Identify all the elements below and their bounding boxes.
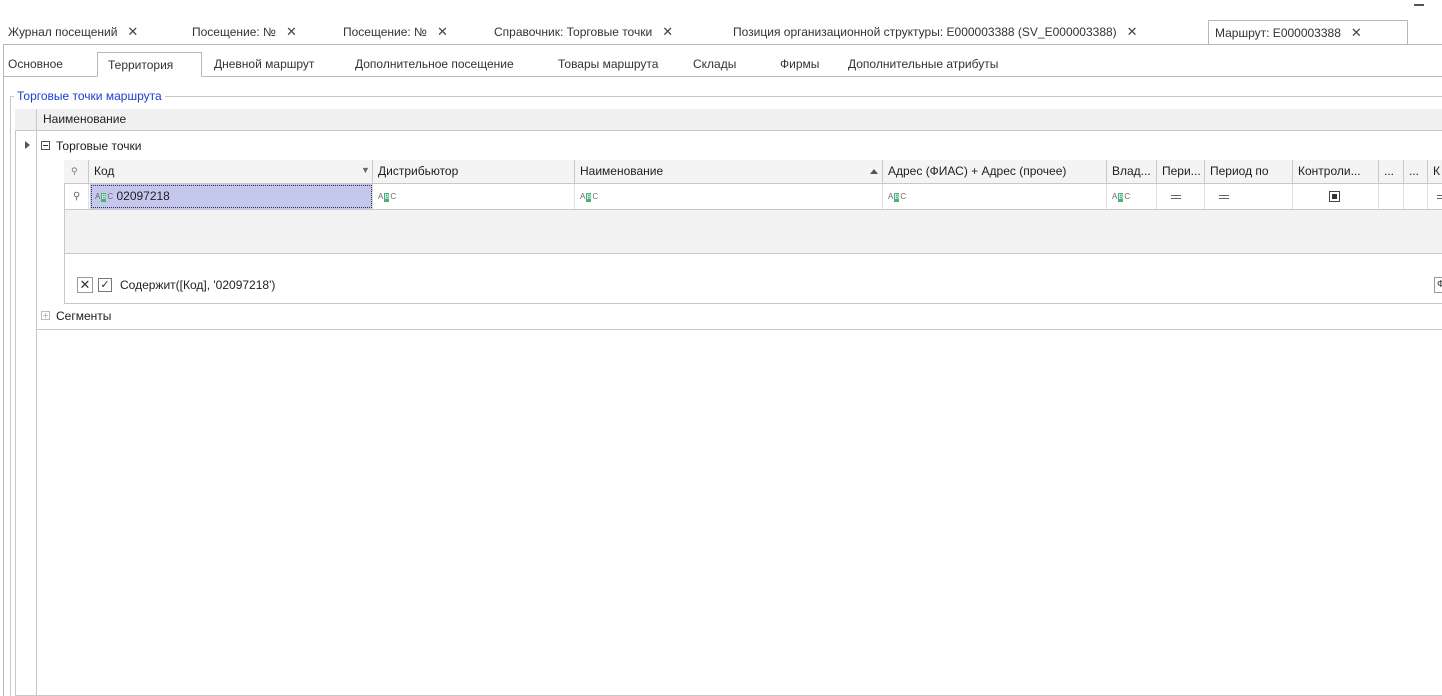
column-header-more-1[interactable]: ...: [1379, 160, 1404, 183]
row-divider: [37, 329, 1442, 330]
abc-filter-icon: ABC: [1112, 192, 1131, 202]
checkbox-indeterminate-icon[interactable]: [1329, 191, 1340, 203]
document-tab-bar: Журнал посещений ✕ Посещение: № ✕ Посещени…: [0, 20, 1442, 44]
filter-cell-distributor[interactable]: ABC: [373, 184, 575, 209]
filter-cell-owner[interactable]: ABC: [1107, 184, 1157, 209]
collapse-icon[interactable]: [41, 141, 50, 150]
filter-cell-code-value: 02097218: [116, 189, 170, 203]
doc-tab-visit-2[interactable]: Посещение: № ✕: [343, 20, 448, 43]
clear-filter-button[interactable]: ✕: [77, 277, 93, 293]
group-box-border: [10, 96, 1442, 97]
tab-warehouses[interactable]: Склады: [693, 52, 736, 76]
doc-tab-label: Посещение: №: [343, 25, 427, 39]
filter-enabled-checkbox[interactable]: ✓: [98, 278, 112, 292]
filter-funnel-icon[interactable]: ▼: [361, 165, 370, 175]
tab-firms[interactable]: Фирмы: [780, 52, 819, 76]
filter-cell-code[interactable]: ABC 02097218: [90, 184, 373, 209]
filter-cell-period-to[interactable]: [1205, 184, 1293, 209]
doc-tab-trade-points[interactable]: Справочник: Торговые точки ✕: [494, 20, 673, 43]
doc-tab-visit-1[interactable]: Посещение: № ✕: [192, 20, 297, 43]
close-icon[interactable]: ✕: [1351, 25, 1362, 40]
close-icon[interactable]: ✕: [1127, 24, 1138, 39]
filter-cell-k[interactable]: [1428, 184, 1442, 209]
column-header-name[interactable]: Наименование: [43, 109, 126, 130]
close-icon[interactable]: ✕: [286, 24, 297, 39]
column-header-control[interactable]: Контроли...: [1293, 160, 1379, 183]
filter-row-icon: ⚲: [64, 184, 89, 209]
empty-data-area: [65, 210, 1442, 254]
doc-tab-label: Справочник: Торговые точки: [494, 25, 653, 39]
column-header-label: Код: [94, 164, 115, 178]
group-box-border: [10, 96, 11, 696]
doc-tab-label: Позиция организационной структуры: E0000…: [733, 25, 1117, 39]
filter-cell-period-from[interactable]: [1157, 184, 1205, 209]
search-icon[interactable]: ⚲: [64, 160, 89, 183]
filter-cell-more-1[interactable]: [1379, 184, 1404, 209]
current-row-indicator-icon: [25, 141, 30, 149]
doc-tab-org-position[interactable]: Позиция организационной структуры: E0000…: [733, 20, 1138, 43]
group-row-segments[interactable]: Сегменты: [56, 308, 111, 324]
column-header-more-2[interactable]: ...: [1404, 160, 1428, 183]
column-header-period-to[interactable]: Период по: [1205, 160, 1293, 183]
group-title: Торговые точки маршрута: [14, 88, 165, 104]
nested-grid-header: ⚲ Код ▼ Дистрибьютор Наименование Адрес …: [64, 160, 1442, 184]
minimize-button[interactable]: [1414, 0, 1424, 6]
column-header-address[interactable]: Адрес (ФИАС) + Адрес (прочее): [883, 160, 1107, 183]
outer-grid-header: Наименование: [15, 109, 1442, 131]
filter-expression[interactable]: Содержит([Код], '02097218'): [120, 277, 275, 293]
doc-tab-label: Журнал посещений: [8, 25, 118, 39]
tab-route-goods[interactable]: Товары маршрута: [558, 52, 658, 76]
row-indicator-column: [15, 131, 37, 696]
abc-filter-icon: ABC: [888, 192, 907, 202]
tab-daily-route[interactable]: Дневной маршрут: [214, 52, 314, 76]
doc-tab-label: Посещение: №: [192, 25, 276, 39]
header-indicator: [15, 109, 37, 130]
column-header-period-from[interactable]: Пери...: [1157, 160, 1205, 183]
close-icon[interactable]: ✕: [127, 24, 138, 39]
column-header-distributor[interactable]: Дистрибьютор: [373, 160, 575, 183]
equals-icon: [1219, 194, 1229, 199]
filter-cell-name[interactable]: ABC: [575, 184, 883, 209]
filter-cell-control[interactable]: [1293, 184, 1379, 209]
column-header-k[interactable]: К: [1428, 160, 1442, 183]
abc-filter-icon: ABC: [95, 192, 114, 202]
abc-filter-icon: ABC: [378, 192, 397, 202]
filter-cell-address[interactable]: ABC: [883, 184, 1107, 209]
close-icon[interactable]: ✕: [437, 24, 448, 39]
group-row-trade-points[interactable]: Торговые точки: [56, 138, 142, 154]
doc-tab-route[interactable]: Маршрут: E000003388 ✕: [1208, 20, 1408, 44]
equals-icon: [1437, 194, 1442, 199]
form-tab-bar: Основное Территория Дневной маршрут Допо…: [4, 52, 1442, 77]
edit-filter-button[interactable]: Ф: [1434, 277, 1442, 293]
auto-filter-row: ⚲ ABC 02097218 ABC ABC ABC ABC: [64, 184, 1442, 210]
column-header-code[interactable]: Код: [89, 160, 373, 183]
close-icon[interactable]: ✕: [662, 24, 673, 39]
column-header-owner[interactable]: Влад...: [1107, 160, 1157, 183]
tab-additional-visit[interactable]: Дополнительное посещение: [355, 52, 514, 76]
doc-tab-visit-journal[interactable]: Журнал посещений ✕: [8, 20, 138, 43]
filter-cell-more-2[interactable]: [1404, 184, 1428, 209]
tab-additional-attributes[interactable]: Дополнительные атрибуты: [848, 52, 998, 76]
tab-main[interactable]: Основное: [8, 52, 63, 76]
abc-filter-icon: ABC: [580, 192, 599, 202]
sort-ascending-icon: [870, 169, 878, 174]
tab-territory[interactable]: Территория: [97, 52, 202, 77]
doc-tab-label: Маршрут: E000003388: [1215, 26, 1341, 40]
column-header-name[interactable]: Наименование: [575, 160, 883, 183]
expand-icon[interactable]: [41, 311, 50, 320]
equals-icon: [1171, 194, 1181, 199]
filter-panel: ✕ ✓ Содержит([Код], '02097218') Ф: [65, 254, 1442, 303]
